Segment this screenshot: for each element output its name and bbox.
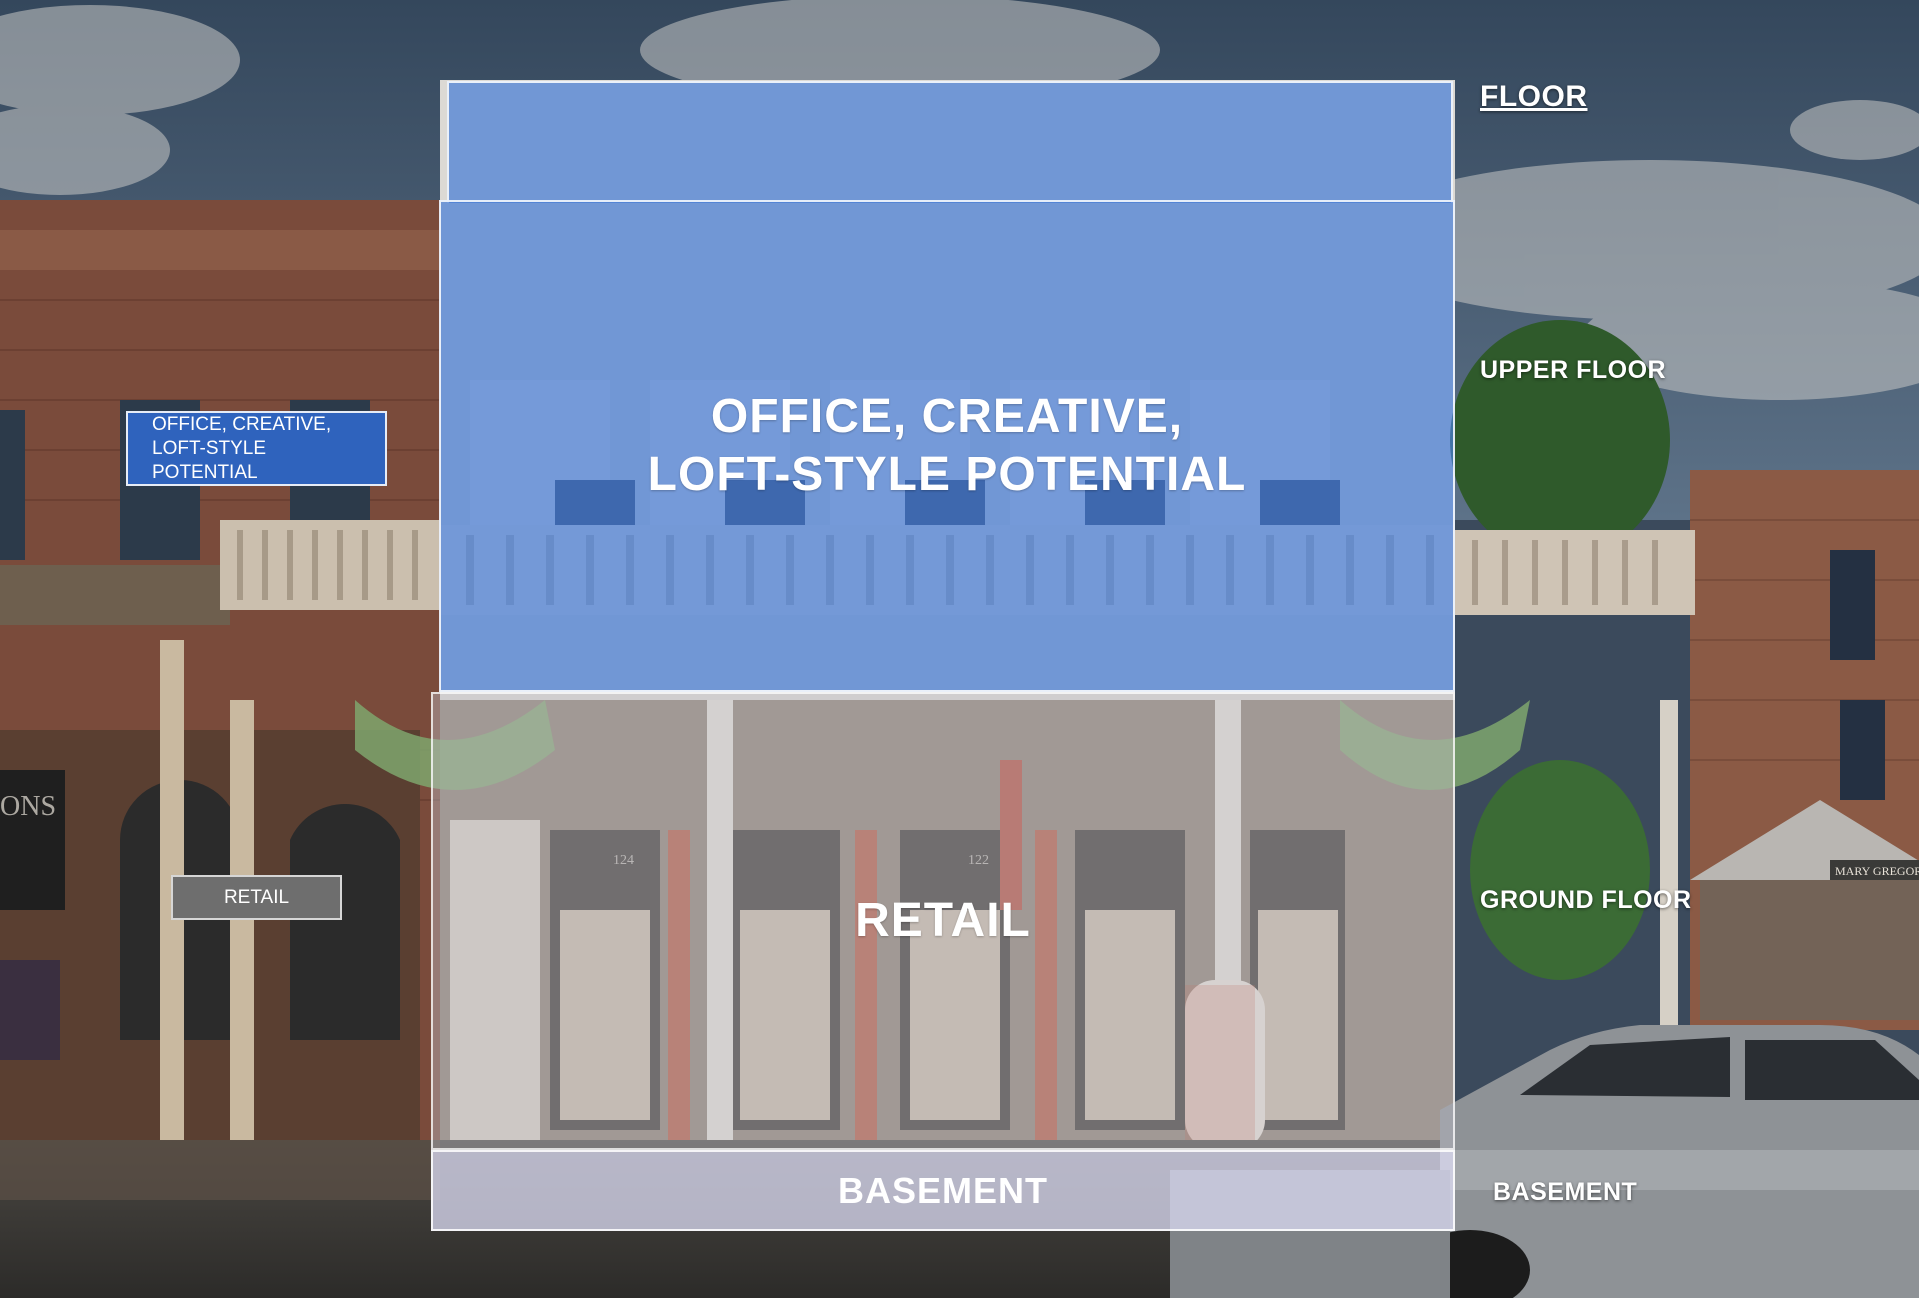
upper-floor-overlay-text: OFFICE, CREATIVE, LOFT-STYLE POTENTIAL xyxy=(647,390,1247,501)
retail-legend-tag: RETAIL xyxy=(171,875,342,920)
upper-floor-cornice-overlay xyxy=(447,81,1453,203)
right-sign-text: MARY GREGORY xyxy=(1835,864,1919,878)
ground-floor-side-label: GROUND FLOOR xyxy=(1480,886,1692,914)
floor-column-header: FLOOR xyxy=(1480,80,1588,113)
basement-overlay-text: BASEMENT xyxy=(837,1169,1048,1211)
building-photo-scene: MARY GREGORY ONS 124 122 OFFICE, CREATIV… xyxy=(0,0,1919,1298)
upper-floor-overlay: OFFICE, CREATIVE, LOFT-STYLE POTENTIAL xyxy=(439,200,1455,692)
office-legend-tag: OFFICE, CREATIVE, LOFT-STYLE POTENTIAL xyxy=(126,411,387,486)
ground-floor-overlay-text: RETAIL xyxy=(855,894,1031,947)
basement-side-label: BASEMENT xyxy=(1493,1178,1638,1206)
upper-floor-side-label: UPPER FLOOR xyxy=(1480,356,1667,384)
basement-overlay: BASEMENT xyxy=(431,1150,1455,1231)
ground-floor-overlay: RETAIL xyxy=(431,692,1455,1150)
left-sign-text: ONS xyxy=(0,791,56,822)
